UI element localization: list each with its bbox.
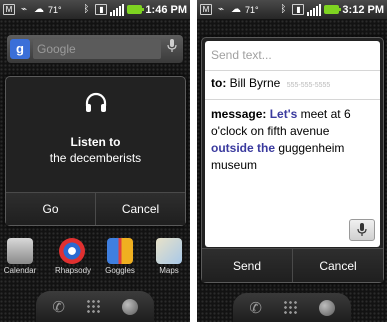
app-drawer-icon[interactable] bbox=[85, 299, 101, 314]
to-label: to: bbox=[211, 76, 227, 90]
status-bar: M ⌁ ☁ 71° ᛒ ▮ 1:46 PM bbox=[0, 0, 190, 19]
app-label: Rhapsody bbox=[55, 266, 92, 275]
app-rhapsody[interactable]: Rhapsody bbox=[55, 238, 92, 275]
signal-icon bbox=[110, 3, 125, 16]
home-dock: ✆ bbox=[36, 291, 154, 322]
cancel-button[interactable]: Cancel bbox=[95, 193, 185, 225]
browser-icon[interactable] bbox=[121, 298, 138, 315]
dialog-title: Listen to bbox=[70, 135, 121, 149]
send-button[interactable]: Send bbox=[202, 249, 292, 282]
usb-icon: ⌁ bbox=[20, 3, 28, 15]
send-message-dialog: Send text... to: Bill Byrne 555-555-5555… bbox=[201, 37, 384, 283]
app-maps[interactable]: Maps bbox=[152, 238, 186, 275]
battery-icon bbox=[324, 5, 342, 14]
home-dock: ✆ bbox=[233, 293, 351, 322]
highlighted-word: outside the bbox=[211, 141, 276, 155]
clock: 1:46 PM bbox=[145, 3, 187, 16]
headphones-icon bbox=[85, 92, 107, 112]
gmail-icon: M bbox=[3, 4, 15, 15]
microphone-icon bbox=[357, 223, 367, 236]
divider bbox=[205, 99, 380, 100]
dialog-subtitle: the decemberists bbox=[49, 151, 142, 165]
app-calendar[interactable]: Calendar bbox=[3, 238, 37, 275]
temperature-readout: 71° bbox=[245, 4, 259, 15]
recipient-line: to: Bill Byrne 555-555-5555 bbox=[211, 76, 330, 90]
send-text-field[interactable]: Send text... bbox=[211, 48, 272, 62]
message-label: message: bbox=[211, 107, 267, 121]
app-shortcuts: Calendar Rhapsody Goggles Maps bbox=[0, 238, 190, 286]
rhapsody-icon[interactable] bbox=[59, 238, 85, 264]
calendar-icon[interactable] bbox=[7, 238, 33, 264]
vibrate-icon: ▮ bbox=[95, 4, 108, 15]
dialog-button-row: Send Cancel bbox=[202, 248, 383, 282]
listen-dialog: Listen to the decemberists Go Cancel bbox=[5, 76, 186, 226]
bluetooth-icon: ᛒ bbox=[280, 3, 287, 15]
dialog-button-row: Go Cancel bbox=[6, 192, 185, 225]
status-bar: M ⌁ ☁ 71° ᛒ ▮ 3:12 PM bbox=[197, 0, 387, 19]
microphone-button[interactable] bbox=[349, 219, 375, 241]
microphone-icon[interactable] bbox=[164, 39, 180, 59]
weather-icon: ☁ bbox=[34, 3, 44, 15]
gmail-icon: M bbox=[200, 4, 212, 15]
recipient-number: 555-555-5555 bbox=[286, 82, 331, 89]
signal-icon bbox=[307, 3, 322, 16]
vibrate-icon: ▮ bbox=[292, 4, 305, 15]
cancel-button[interactable]: Cancel bbox=[292, 249, 383, 282]
search-input[interactable]: Google bbox=[33, 39, 161, 59]
app-label: Goggles bbox=[105, 266, 135, 275]
divider bbox=[205, 70, 380, 71]
usb-icon: ⌁ bbox=[217, 3, 225, 15]
weather-icon: ☁ bbox=[231, 3, 241, 15]
recipient-name: Bill Byrne bbox=[229, 76, 281, 90]
highlighted-word: Let's bbox=[269, 107, 298, 121]
temperature-readout: 71° bbox=[48, 4, 62, 15]
app-drawer-icon[interactable] bbox=[282, 300, 298, 315]
phone-icon[interactable]: ✆ bbox=[249, 299, 262, 317]
app-label: Calendar bbox=[3, 266, 37, 275]
google-logo-icon[interactable]: g bbox=[10, 39, 30, 59]
go-button[interactable]: Go bbox=[6, 193, 95, 225]
app-label: Maps bbox=[159, 266, 179, 275]
battery-icon bbox=[127, 5, 145, 14]
google-search-widget[interactable]: g Google bbox=[7, 35, 183, 63]
goggles-icon[interactable] bbox=[107, 238, 133, 264]
right-phone-screen: M ⌁ ☁ 71° ᛒ ▮ 3:12 PM Send text... to: B… bbox=[197, 0, 387, 322]
maps-icon[interactable] bbox=[156, 238, 182, 264]
bluetooth-icon: ᛒ bbox=[83, 3, 90, 15]
left-phone-screen: M ⌁ ☁ 71° ᛒ ▮ 1:46 PM g Google Listen to… bbox=[0, 0, 190, 322]
browser-icon[interactable] bbox=[318, 299, 335, 316]
clock: 3:12 PM bbox=[342, 3, 384, 16]
message-body[interactable]: message: Let's meet at 6 o'clock on fift… bbox=[211, 106, 375, 174]
app-goggles[interactable]: Goggles bbox=[103, 238, 137, 275]
phone-icon[interactable]: ✆ bbox=[52, 298, 65, 316]
message-card: Send text... to: Bill Byrne 555-555-5555… bbox=[205, 41, 380, 247]
